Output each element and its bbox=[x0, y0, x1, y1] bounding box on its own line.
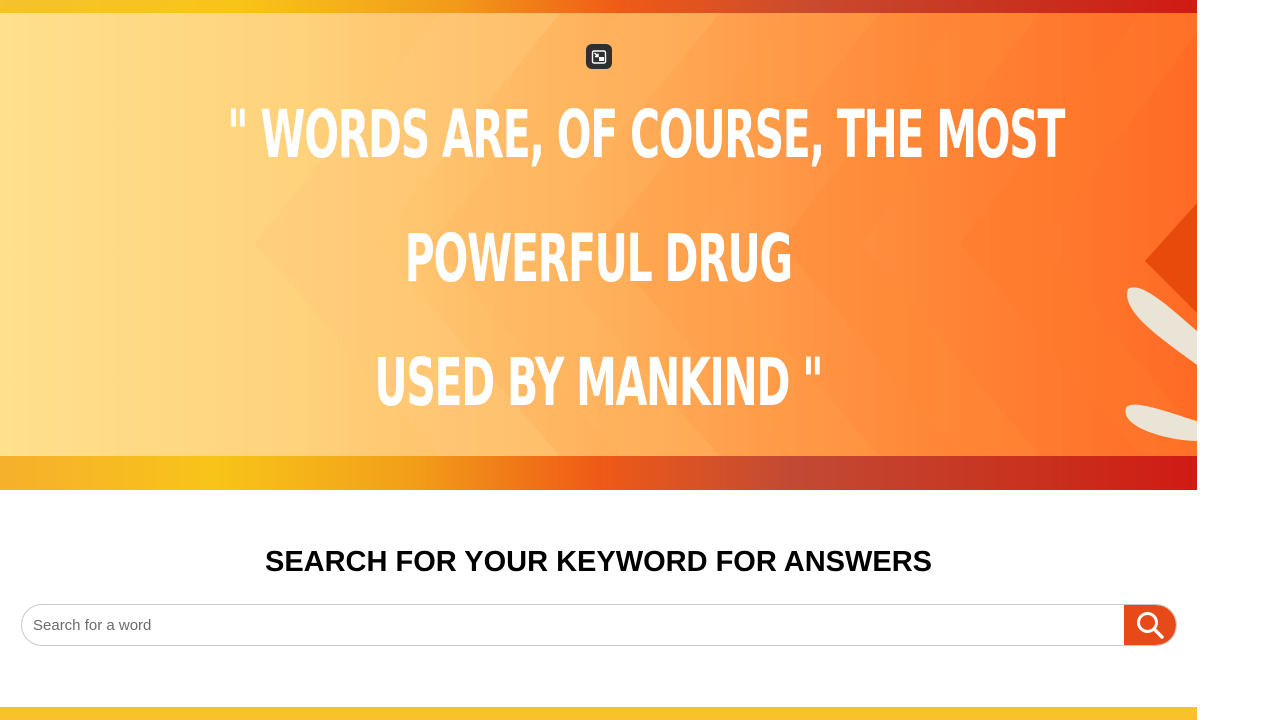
quote-line-2: POWERFUL DRUG bbox=[404, 220, 793, 297]
quote-text: " WORDS ARE, OF COURSE, THE MOST POWERFU… bbox=[227, 73, 1065, 445]
quote-banner: " WORDS ARE, OF COURSE, THE MOST POWERFU… bbox=[0, 13, 1197, 456]
bottom-gradient-stripe bbox=[0, 456, 1197, 490]
top-gradient-stripe bbox=[0, 0, 1197, 13]
search-input[interactable] bbox=[22, 605, 1122, 645]
search-icon bbox=[1137, 612, 1164, 639]
quote-line-1: " WORDS ARE, OF COURSE, THE MOST bbox=[227, 96, 1065, 173]
search-button[interactable] bbox=[1124, 605, 1176, 645]
page: " WORDS ARE, OF COURSE, THE MOST POWERFU… bbox=[0, 0, 1280, 720]
quote-line-3: USED BY MANKIND " bbox=[374, 344, 823, 421]
main-content: " WORDS ARE, OF COURSE, THE MOST POWERFU… bbox=[0, 0, 1197, 720]
pip-exit-button[interactable] bbox=[586, 44, 612, 69]
search-heading: SEARCH FOR YOUR KEYWORD FOR ANSWERS bbox=[264, 546, 933, 578]
search-bar bbox=[21, 604, 1177, 646]
footer-stripe bbox=[0, 707, 1197, 720]
picture-in-picture-exit-icon bbox=[591, 49, 607, 64]
